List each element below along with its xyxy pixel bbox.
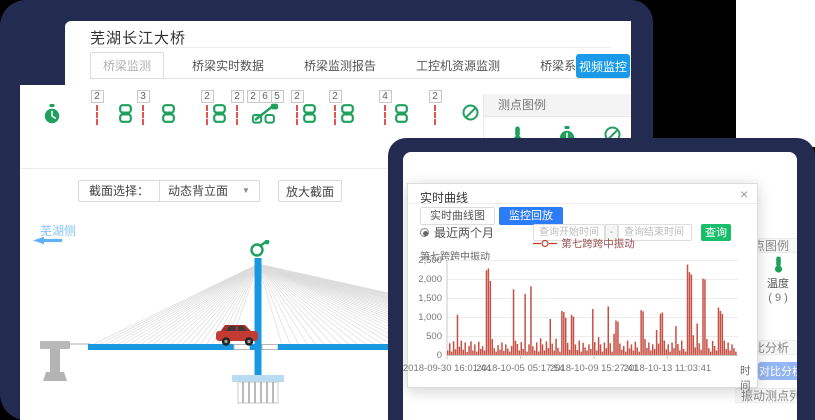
bridge-deck-left	[88, 344, 234, 350]
section-select-label: 截面选择：	[79, 181, 159, 201]
alarm-tick	[434, 105, 436, 125]
page-title: 芜湖长江大桥	[90, 27, 186, 48]
y-tick-label: 2,000	[416, 274, 442, 285]
curve-dialog: 实时曲线 × 实时曲线图监控回放 最近两个月 - 查询 第七跨跨中振动	[407, 183, 758, 388]
section-select-group: 截面选择： 动态背立面 ▼	[78, 180, 260, 202]
alarm-tick	[142, 105, 144, 125]
legend-panel-header: 测点图例	[484, 94, 631, 117]
section-select[interactable]: 动态背立面 ▼	[159, 181, 259, 201]
tower-cap	[232, 375, 284, 382]
bridge-tower	[255, 258, 262, 375]
dialog-tab-1[interactable]: 监控回放	[499, 207, 563, 225]
title-divider	[90, 47, 611, 48]
temperature-count: ( 9 )	[768, 292, 788, 304]
alarm-tick	[96, 105, 98, 125]
section-select-value: 动态背立面	[168, 181, 228, 201]
abutment-pier	[40, 341, 70, 381]
y-tick-label: 2,500	[416, 255, 442, 266]
temperature-label: 温度	[767, 275, 789, 291]
tower-foundation	[238, 382, 278, 403]
sensor-point	[29, 90, 75, 124]
vibration-chart: 第七跨跨中振动 第七跨跨中振动 05001,0001,5002,0002,500…	[416, 236, 756, 386]
overlay-window: 测点图例 温度 ( 9 ) 对比分析 对比分析 振动测点列表 实时曲线 × 实时…	[403, 152, 797, 420]
link-icon[interactable]	[162, 104, 175, 123]
overlay-window-frame: 测点图例 温度 ( 9 ) 对比分析 对比分析 振动测点列表 实时曲线 × 实时…	[388, 138, 815, 420]
main-tab-0[interactable]: 桥梁监测	[90, 52, 164, 79]
chevron-down-icon: ▼	[242, 181, 250, 201]
x-tick-label: 2018-10-13 11:03:41	[624, 363, 712, 374]
main-window-header-panel: 芜湖长江大桥 桥梁监测桥梁实时数据桥梁监测报告工控机资源监测桥梁系统报警 视频监…	[65, 21, 631, 85]
zoom-section-button[interactable]: 放大截面	[278, 180, 342, 202]
thermometer-icon	[773, 256, 784, 273]
alarm-tick	[236, 105, 238, 125]
y-tick-label: 0	[416, 350, 442, 361]
sensor-count-badge[interactable]: 2	[429, 90, 442, 103]
dialog-tabbar: 实时曲线图监控回放	[420, 207, 563, 225]
car	[216, 325, 258, 346]
legend-marker-icon	[533, 239, 557, 248]
stopwatch-icon[interactable]	[43, 104, 61, 124]
main-tab-1[interactable]: 桥梁实时数据	[180, 53, 276, 78]
dialog-header-divider	[408, 203, 757, 204]
main-tabbar: 桥梁监测桥梁实时数据桥梁监测报告工控机资源监测桥梁系统报警	[90, 52, 631, 79]
main-tab-3[interactable]: 工控机资源监测	[404, 53, 512, 78]
dialog-tab-0[interactable]: 实时曲线图	[420, 207, 495, 225]
y-tick-label: 1,000	[416, 312, 442, 323]
background-window	[736, 0, 815, 147]
compare-analysis-button[interactable]: 对比分析	[758, 362, 797, 380]
y-tick-label: 500	[416, 331, 442, 342]
expansion-joint	[262, 345, 278, 350]
link-icon[interactable]	[395, 104, 408, 123]
ban-icon[interactable]	[462, 104, 479, 121]
legend-panel: 测点图例	[483, 94, 631, 144]
temperature-legend-item[interactable]: 温度 ( 9 )	[759, 256, 797, 304]
main-tab-2[interactable]: 桥梁监测报告	[292, 53, 388, 78]
y-tick-label: 1,500	[416, 293, 442, 304]
wind-sensor-icon	[252, 240, 270, 256]
screenshot-root: 芜湖长江大桥 桥梁监测桥梁实时数据桥梁监测报告工控机资源监测桥梁系统报警 视频监…	[0, 0, 815, 420]
chart-plot	[446, 260, 738, 360]
video-monitor-button[interactable]: 视频监控	[576, 54, 630, 78]
legend-series-name: 第七跨跨中振动	[561, 236, 635, 251]
link-icon[interactable]	[341, 104, 354, 123]
close-icon[interactable]: ×	[740, 186, 748, 202]
chart-x-axis-label: 时间	[740, 363, 756, 393]
